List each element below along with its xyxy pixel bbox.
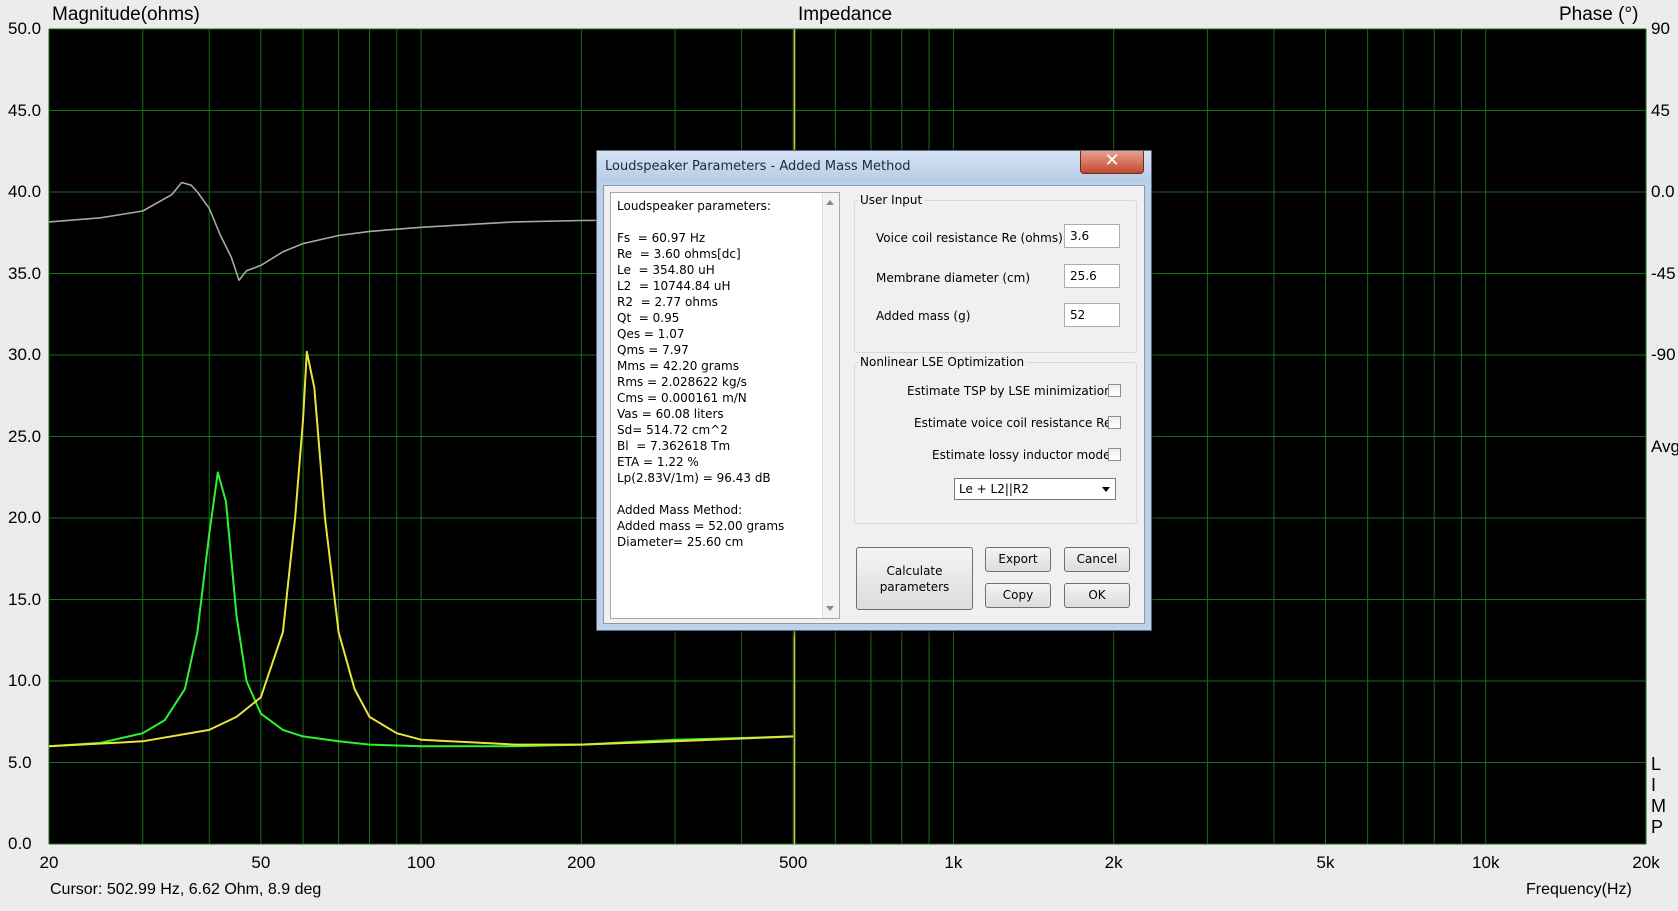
parameters-scrollbar[interactable] <box>822 193 839 618</box>
cancel-button[interactable]: Cancel <box>1064 547 1130 572</box>
scroll-down-icon[interactable] <box>826 606 834 611</box>
right-tick-label: -45 <box>1651 263 1676 283</box>
close-button[interactable]: ✕ <box>1080 151 1144 174</box>
dialog-titlebar[interactable]: Loudspeaker Parameters - Added Mass Meth… <box>597 151 1151 181</box>
x-tick-label: 500 <box>778 853 808 872</box>
cursor-readout: Cursor: 502.99 Hz, 6.62 Ohm, 8.9 deg <box>50 881 322 898</box>
y-tick-label: 45.0 <box>8 100 42 120</box>
diameter-input[interactable]: 25.6 <box>1064 264 1120 288</box>
y-tick-label: 25.0 <box>8 426 42 446</box>
y-tick-label: 15.0 <box>8 589 42 609</box>
x-tick-label: 20 <box>39 853 59 872</box>
ok-button[interactable]: OK <box>1064 583 1130 608</box>
lse-option-tsp-label: Estimate TSP by LSE minimization <box>907 384 1112 398</box>
re-label: Voice coil resistance Re (ohms) <box>876 231 1063 245</box>
diameter-label: Membrane diameter (cm) <box>876 271 1030 285</box>
y-tick-label: 35.0 <box>8 263 42 283</box>
x-axis-title: Frequency(Hz) <box>1526 881 1632 898</box>
copy-button[interactable]: Copy <box>985 583 1051 608</box>
x-tick-label: 200 <box>567 853 596 872</box>
mass-input[interactable]: 52 <box>1064 303 1120 327</box>
dialog-title: Loudspeaker Parameters - Added Mass Meth… <box>605 159 911 174</box>
re-input[interactable]: 3.6 <box>1064 224 1120 248</box>
right-axis-title: Phase (°) <box>1559 4 1639 25</box>
chart-title: Impedance <box>798 4 893 25</box>
export-button[interactable]: Export <box>985 547 1051 572</box>
dialog-body: Loudspeaker parameters: Fs = 60.97 Hz Re… <box>603 185 1145 624</box>
right-tick-label: 45 <box>1651 100 1670 120</box>
y-tick-label: 40.0 <box>8 182 42 201</box>
scroll-up-icon[interactable] <box>826 200 834 205</box>
x-tick-label: 1k <box>944 853 963 872</box>
x-tick-label: 20k <box>1632 853 1660 872</box>
mass-label: Added mass (g) <box>876 309 971 323</box>
lse-option-inductor-checkbox[interactable] <box>1108 448 1121 461</box>
calculate-parameters-button[interactable]: Calculate parameters <box>856 547 973 610</box>
parameters-textbox[interactable]: Loudspeaker parameters: Fs = 60.97 Hz Re… <box>610 192 840 619</box>
y-tick-label: 10.0 <box>8 671 42 690</box>
x-tick-label: 5k <box>1316 853 1335 872</box>
x-tick-label: 100 <box>406 853 436 872</box>
loudspeaker-parameters-dialog[interactable]: Loudspeaker Parameters - Added Mass Meth… <box>596 150 1152 631</box>
x-tick-label: 50 <box>251 853 271 872</box>
y-tick-label: 20.0 <box>8 508 42 527</box>
lse-option-re-label: Estimate voice coil resistance Re <box>914 416 1112 430</box>
right-tick-label: 90 <box>1651 19 1670 38</box>
left-axis-title: Magnitude(ohms) <box>52 4 200 25</box>
lse-group-label: Nonlinear LSE Optimization <box>858 355 1027 369</box>
chevron-down-icon <box>1102 487 1110 492</box>
y-tick-label: 5.0 <box>8 752 32 772</box>
y-tick-label: 30.0 <box>8 345 42 364</box>
inductor-model-value: Le + L2||R2 <box>959 482 1029 496</box>
parameters-text: Loudspeaker parameters: Fs = 60.97 Hz Re… <box>617 199 785 549</box>
user-input-group-label: User Input <box>858 193 925 207</box>
lse-option-tsp-checkbox[interactable] <box>1108 384 1121 397</box>
right-avg-label: Avg <box>1651 437 1678 456</box>
x-tick-label: 2k <box>1104 853 1123 872</box>
lse-option-inductor-label: Estimate lossy inductor model <box>932 448 1114 462</box>
x-tick-label: 10k <box>1472 853 1500 872</box>
lse-option-re-checkbox[interactable] <box>1108 416 1121 429</box>
inductor-model-select[interactable]: Le + L2||R2 <box>954 478 1116 500</box>
limp-label: LIMP <box>1651 754 1666 837</box>
y-tick-label: 0.0 <box>8 834 32 853</box>
right-tick-label: -90 <box>1651 345 1676 364</box>
right-tick-label: 0.0 <box>1651 182 1675 201</box>
y-tick-label: 50.0 <box>8 19 42 38</box>
